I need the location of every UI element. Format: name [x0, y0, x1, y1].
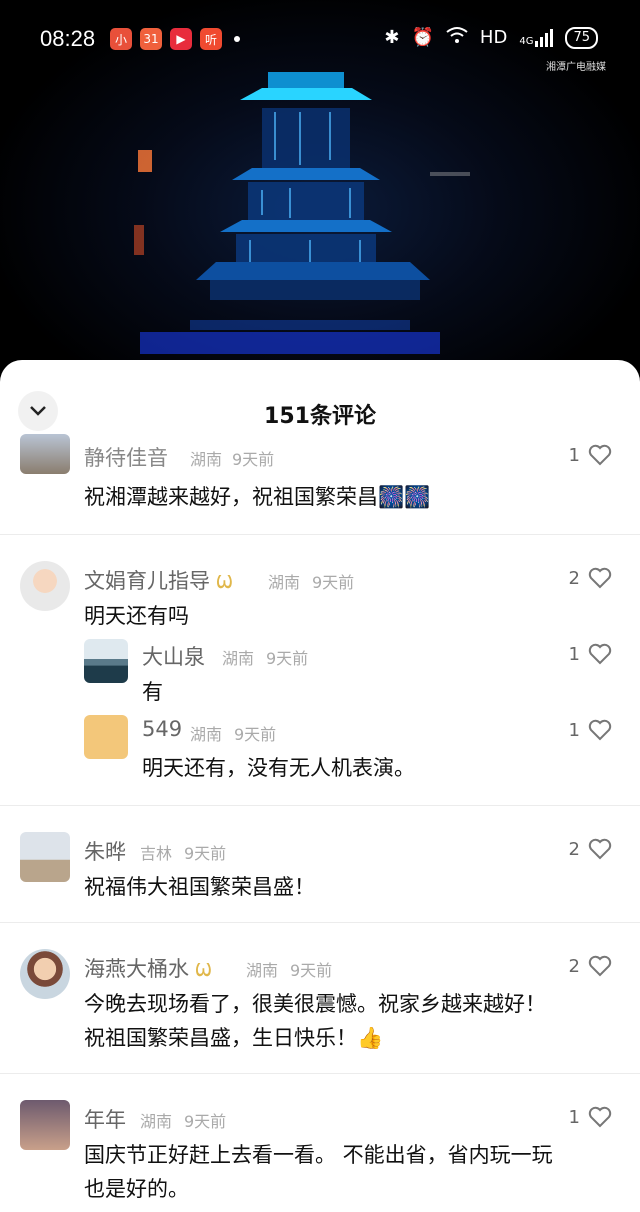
- heart-icon: [588, 955, 612, 977]
- reply-location: 湖南: [222, 649, 255, 668]
- clock: 08:28: [40, 26, 96, 51]
- comment-text: 祝湘潭越来越好，祝祖国繁荣昌🎆🎆: [84, 485, 431, 509]
- wifi-icon: [446, 26, 468, 49]
- reply-author[interactable]: 大山泉: [142, 641, 205, 671]
- bluetooth-icon: ✱: [384, 27, 400, 48]
- status-bar: 08:28 小 31 ▶ 听 ✱ ⏰ HD 4G 75 湘潭广电融媒: [0, 0, 640, 80]
- alarm-icon: ⏰: [411, 27, 434, 48]
- heart-icon: [588, 444, 612, 466]
- comment-list[interactable]: 静待佳音 湖南 9天前 1 祝湘潭越来越好，祝祖国繁荣昌🎆🎆 文娟育儿指导 Ѡ 湖…: [0, 434, 640, 1212]
- app-icon-xiao: 小: [110, 28, 132, 50]
- avatar[interactable]: [20, 1100, 70, 1150]
- like-button[interactable]: 2: [569, 567, 612, 589]
- reply-time: 9天前: [266, 649, 309, 668]
- reply-author[interactable]: 549: [142, 717, 182, 741]
- reply-avatar[interactable]: [84, 715, 128, 759]
- heart-icon: [588, 719, 612, 741]
- comment-author[interactable]: 朱晔: [84, 836, 126, 866]
- reply-like-button[interactable]: 1: [569, 719, 612, 741]
- comment-location: 湖南: [140, 1112, 173, 1131]
- reply-text: 有: [142, 680, 163, 704]
- like-count: 1: [568, 444, 580, 466]
- like-count: 1: [568, 719, 580, 741]
- vip-badge-icon: Ѡ: [195, 960, 212, 981]
- like-button[interactable]: 1: [569, 444, 612, 466]
- watermark-text: 湘潭广电融媒: [546, 62, 606, 73]
- reply-time: 9天前: [234, 725, 277, 744]
- like-count: 2: [568, 567, 580, 589]
- signal-icon: 4G: [519, 28, 554, 47]
- avatar[interactable]: [20, 561, 70, 611]
- battery-icon: 75: [565, 26, 598, 49]
- comment-time: 9天前: [312, 573, 355, 592]
- like-button[interactable]: 1: [569, 1106, 612, 1128]
- comment-text-line-2: 也是好的。: [84, 1177, 189, 1201]
- reply-like-button[interactable]: 1: [569, 643, 612, 665]
- comment-time: 9天前: [232, 450, 275, 469]
- system-icons: ✱ ⏰ HD 4G 75: [384, 26, 598, 49]
- comment-text: 明天还有吗: [84, 604, 189, 628]
- comment-item[interactable]: 文娟育儿指导 Ѡ 湖南 9天前 2 明天还有吗 大山泉 湖南 9天前 1 有 54…: [0, 535, 640, 806]
- comment-text: 祝福伟大祖国繁荣昌盛！: [84, 875, 315, 899]
- comment-text-line-1: 今晚去现场看了，很美很震憾。祝家乡越来越好！: [84, 992, 546, 1016]
- heart-icon: [588, 567, 612, 589]
- comment-location: 湖南: [246, 961, 279, 980]
- comment-location: 湖南: [190, 450, 223, 469]
- like-count: 2: [568, 955, 580, 977]
- comment-item[interactable]: 静待佳音 湖南 9天前 1 祝湘潭越来越好，祝祖国繁荣昌🎆🎆: [0, 434, 640, 535]
- heart-icon: [588, 643, 612, 665]
- reply-avatar[interactable]: [84, 639, 128, 683]
- comments-sheet: 151条评论 静待佳音 湖南 9天前 1 祝湘潭越来越好，祝祖国繁荣昌🎆🎆 文娟…: [0, 360, 640, 1212]
- comment-author[interactable]: 静待佳音: [84, 442, 168, 472]
- more-notifications-dot: [234, 36, 240, 42]
- comment-item[interactable]: 朱晔 吉林 9天前 2 祝福伟大祖国繁荣昌盛！: [0, 806, 640, 923]
- comment-location: 吉林: [140, 844, 173, 863]
- video-player[interactable]: 08:28 小 31 ▶ 听 ✱ ⏰ HD 4G 75 湘潭广电融媒: [0, 0, 640, 380]
- like-button[interactable]: 2: [569, 838, 612, 860]
- comment-time: 9天前: [290, 961, 333, 980]
- reply-text: 明天还有，没有无人机表演。: [142, 756, 415, 780]
- comment-time: 9天前: [184, 844, 227, 863]
- listen-app-icon: 听: [200, 28, 222, 50]
- comment-text-line-2: 祝祖国繁荣昌盛，生日快乐！👍: [84, 1026, 384, 1050]
- heart-icon: [588, 1106, 612, 1128]
- like-button[interactable]: 2: [569, 955, 612, 977]
- comment-item[interactable]: 年年 湖南 9天前 1 国庆节正好赶上去看一看。 不能出省，省内玩一玩 也是好的…: [0, 1074, 640, 1212]
- like-count: 1: [568, 1106, 580, 1128]
- comment-author[interactable]: 海燕大桶水 Ѡ: [84, 953, 218, 983]
- video-app-icon: ▶: [170, 28, 192, 50]
- comment-author[interactable]: 年年: [84, 1104, 126, 1134]
- avatar[interactable]: [20, 434, 70, 474]
- avatar[interactable]: [20, 949, 70, 999]
- hd-label: HD: [479, 27, 508, 48]
- comment-text-line-1: 国庆节正好赶上去看一看。 不能出省，省内玩一玩: [84, 1143, 553, 1167]
- like-count: 1: [568, 643, 580, 665]
- avatar[interactable]: [20, 832, 70, 882]
- heart-icon: [588, 838, 612, 860]
- comment-item[interactable]: 海燕大桶水 Ѡ 湖南 9天前 2 今晚去现场看了，很美很震憾。祝家乡越来越好！ 祝…: [0, 923, 640, 1074]
- vip-badge-icon: Ѡ: [216, 572, 233, 593]
- comment-count-title: 151条评论: [264, 404, 376, 429]
- reply-location: 湖南: [190, 725, 223, 744]
- comment-location: 湖南: [268, 573, 301, 592]
- like-count: 2: [568, 838, 580, 860]
- notification-icons: 小 31 ▶ 听: [110, 28, 240, 50]
- comment-author[interactable]: 文娟育儿指导 Ѡ: [84, 565, 239, 595]
- comment-time: 9天前: [184, 1112, 227, 1131]
- calendar-app-icon: 31: [140, 28, 162, 50]
